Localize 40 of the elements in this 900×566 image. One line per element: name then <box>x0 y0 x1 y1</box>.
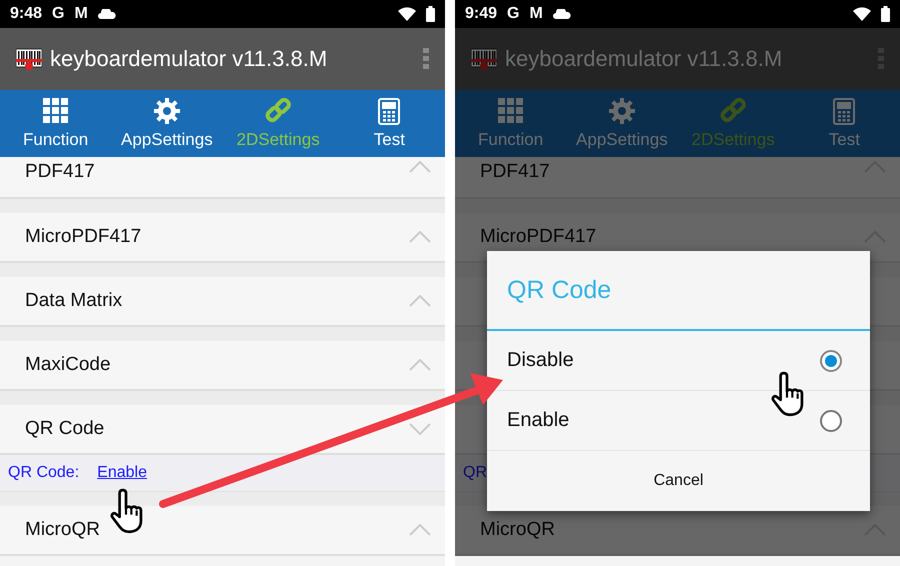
calculator-icon <box>376 98 402 126</box>
overflow-menu-icon[interactable] <box>423 48 429 70</box>
barcode-scanner-icon <box>471 46 497 72</box>
barcode-scanner-icon <box>16 46 42 72</box>
section-header[interactable]: MicroQR <box>455 506 900 556</box>
wifi-icon <box>398 7 416 21</box>
dialog-title: QR Code <box>507 276 612 304</box>
chevron-down-icon[interactable] <box>409 423 431 435</box>
status-time: 9:49 <box>465 5 498 23</box>
radio-button[interactable] <box>820 410 842 432</box>
notification-icon: G <box>52 5 64 23</box>
calculator-icon <box>831 98 858 126</box>
gear-icon <box>154 98 180 126</box>
chevron-up-icon[interactable] <box>409 161 431 173</box>
cloud-icon <box>98 9 116 19</box>
section-header[interactable]: PDF417 <box>455 157 900 199</box>
chevron-up-icon[interactable] <box>409 231 431 243</box>
battery-icon <box>426 6 435 22</box>
radio-button[interactable] <box>820 350 842 372</box>
gear-icon <box>608 98 635 126</box>
tab[interactable]: Function <box>0 90 112 157</box>
notification-icon: M <box>529 5 543 23</box>
notification-icon: G <box>507 5 520 23</box>
chevron-up-icon[interactable] <box>409 295 431 307</box>
notification-icon: M <box>74 5 88 23</box>
setting-label: QR <box>463 464 487 482</box>
status-time: 9:48 <box>10 5 42 23</box>
tab[interactable]: AppSettings <box>111 90 222 157</box>
setting-value-link[interactable]: Enable <box>97 464 147 482</box>
app-title: keyboardemulator v11.3.8.M <box>505 46 784 72</box>
grid-icon <box>498 98 524 126</box>
cloud-icon <box>552 9 571 19</box>
app-title: keyboardemulator v11.3.8.M <box>50 46 328 72</box>
grid-icon <box>42 98 69 126</box>
setting-label: QR Code: <box>8 464 80 482</box>
wifi-icon <box>853 7 871 21</box>
tab[interactable]: Test <box>334 90 445 157</box>
battery-icon <box>881 6 890 22</box>
chevron-up-icon[interactable] <box>409 524 431 536</box>
chevron-up-icon[interactable] <box>409 359 431 371</box>
